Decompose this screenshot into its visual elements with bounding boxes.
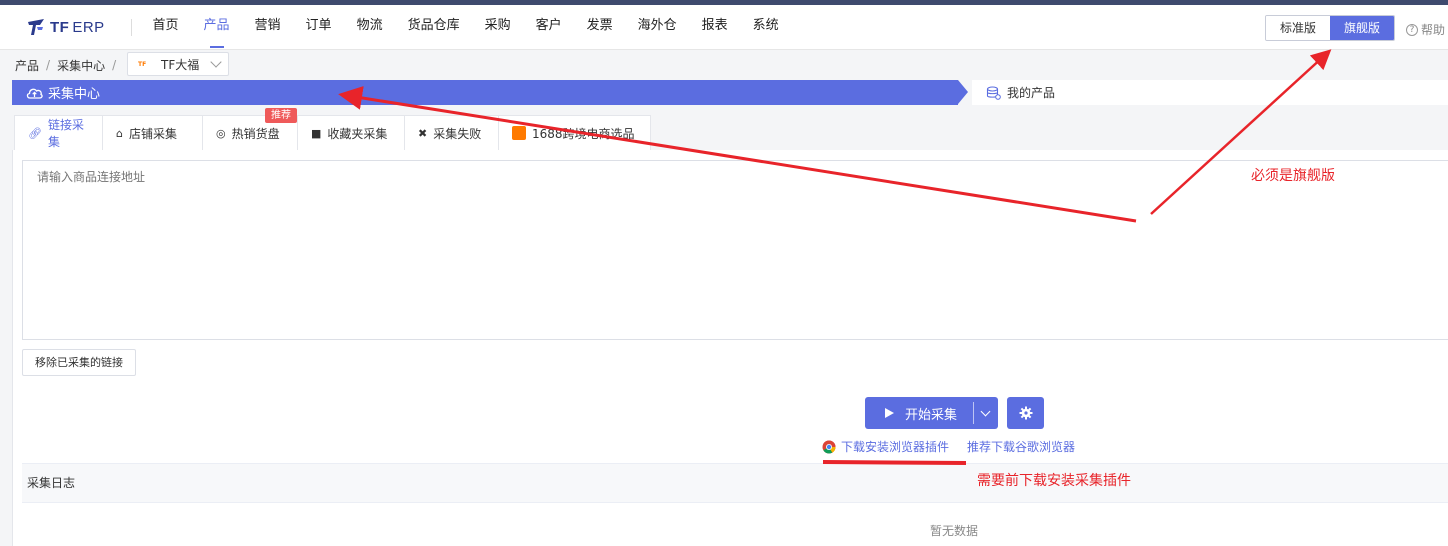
cloud-upload-icon xyxy=(26,88,43,99)
main-nav: 首页 产品 营销 订单 物流 货品仓库 采购 客户 发票 海外仓 报表 系统 xyxy=(140,5,791,50)
download-links: 下载安装浏览器插件 推荐下载谷歌浏览器 xyxy=(822,438,1075,455)
logo-mark-icon xyxy=(28,19,44,35)
play-icon xyxy=(885,408,894,418)
chevron-down-icon xyxy=(210,56,222,68)
product-url-input[interactable] xyxy=(22,160,1448,340)
step-bar: 采集中心 我的产品 xyxy=(12,80,1448,105)
tab-shop-collect[interactable]: ⌂ 店铺采集 xyxy=(103,115,203,151)
breadcrumb-current: 采集中心 xyxy=(57,58,106,73)
nav-logistics[interactable]: 物流 xyxy=(344,5,395,50)
collect-tabs: 🔗︎ 链接采集 ⌂ 店铺采集 ◎ 热销货盘 ■ 收藏夹采集 ✖ 采集失败 168… xyxy=(14,115,651,151)
logo-text: TF ERP xyxy=(50,18,105,36)
nav-reports[interactable]: 报表 xyxy=(689,5,740,50)
settings-button[interactable] xyxy=(1007,397,1044,429)
download-chrome-link[interactable]: 推荐下载谷歌浏览器 xyxy=(967,438,1075,455)
shop-select[interactable]: TF TF大福 xyxy=(127,52,229,76)
help-link[interactable]: ? 帮助 xyxy=(1406,21,1445,38)
standard-edition-button[interactable]: 标准版 xyxy=(1266,16,1330,40)
annotation-flagship-note: 必须是旗舰版 xyxy=(1251,168,1335,184)
edition-switch: 标准版 旗舰版 xyxy=(1265,15,1395,41)
collect-log-header: 采集日志 xyxy=(22,463,1448,503)
logo-divider xyxy=(131,19,132,36)
start-collect-button-group: 开始采集 xyxy=(865,397,998,429)
close-circle-icon: ✖ xyxy=(418,126,428,140)
erp-page: TF ERP 首页 产品 营销 订单 物流 货品仓库 采购 客户 发票 海外仓 报… xyxy=(0,0,1448,546)
tab-label: 店铺采集 xyxy=(128,126,177,141)
nav-products[interactable]: 产品 xyxy=(191,5,242,50)
tab-label: 采集失败 xyxy=(433,126,482,141)
nav-system[interactable]: 系统 xyxy=(740,5,791,50)
breadcrumb-separator: / xyxy=(46,58,51,72)
nav-orders[interactable]: 订单 xyxy=(293,5,344,50)
target-icon: ◎ xyxy=(216,126,226,140)
tab-label: 链接采集 xyxy=(47,118,84,149)
breadcrumb-root[interactable]: 产品 xyxy=(15,57,39,74)
nav-warehouse[interactable]: 货品仓库 xyxy=(395,5,472,50)
question-icon: ? xyxy=(1406,23,1418,36)
tab-favorites-collect[interactable]: ■ 收藏夹采集 xyxy=(298,115,405,151)
shop-select-value: TF大福 xyxy=(161,57,200,72)
nav-overseas-warehouse[interactable]: 海外仓 xyxy=(625,5,689,50)
start-collect-label: 开始采集 xyxy=(905,407,958,423)
step-active-label: 采集中心 xyxy=(48,87,101,102)
link-icon: 🔗︎ xyxy=(28,126,42,140)
nav-invoices[interactable]: 发票 xyxy=(574,5,625,50)
tab-link-collect[interactable]: 🔗︎ 链接采集 xyxy=(14,115,103,151)
gear-icon xyxy=(1019,406,1032,420)
home-icon: ⌂ xyxy=(116,126,123,140)
step-arrow xyxy=(958,80,968,104)
tab-collect-failed[interactable]: ✖ 采集失败 xyxy=(405,115,499,151)
step-my-products[interactable]: 我的产品 xyxy=(972,80,1448,105)
flagship-edition-button[interactable]: 旗舰版 xyxy=(1330,16,1394,40)
annotation-plugin-note: 需要前下载安装采集插件 xyxy=(977,473,1131,489)
tab-label: 1688跨境电商选品 xyxy=(532,126,635,141)
tab-label: 热销货盘 xyxy=(231,126,280,141)
1688-logo-icon xyxy=(512,126,526,140)
database-icon xyxy=(986,85,1001,100)
chevron-down-icon[interactable] xyxy=(974,397,998,429)
shop-logo-icon: TF xyxy=(138,60,147,68)
tab-label: 收藏夹采集 xyxy=(327,126,388,141)
breadcrumb-separator: / xyxy=(112,58,117,72)
top-header: TF ERP 首页 产品 营销 订单 物流 货品仓库 采购 客户 发票 海外仓 报… xyxy=(0,5,1448,50)
logo[interactable]: TF ERP xyxy=(26,17,105,37)
tab-1688-selection[interactable]: 1688跨境电商选品 xyxy=(499,115,651,151)
step-collect-center[interactable]: 采集中心 xyxy=(12,80,958,105)
nav-purchase[interactable]: 采购 xyxy=(472,5,523,50)
nav-customers[interactable]: 客户 xyxy=(523,5,574,50)
recommend-badge: 推荐 xyxy=(265,108,297,123)
help-label: 帮助 xyxy=(1421,23,1446,37)
nav-home[interactable]: 首页 xyxy=(140,5,191,50)
breadcrumb: 产品 / 采集中心 / xyxy=(15,55,123,75)
step-next-label: 我的产品 xyxy=(1007,86,1056,100)
start-collect-button[interactable]: 开始采集 xyxy=(865,397,973,429)
empty-data-text: 暂无数据 xyxy=(930,524,979,538)
folder-icon: ■ xyxy=(311,126,322,140)
chrome-icon xyxy=(822,440,836,453)
nav-marketing[interactable]: 营销 xyxy=(242,5,293,50)
remove-collected-links-button[interactable]: 移除已采集的链接 xyxy=(22,349,136,376)
download-plugin-link[interactable]: 下载安装浏览器插件 xyxy=(841,438,949,455)
